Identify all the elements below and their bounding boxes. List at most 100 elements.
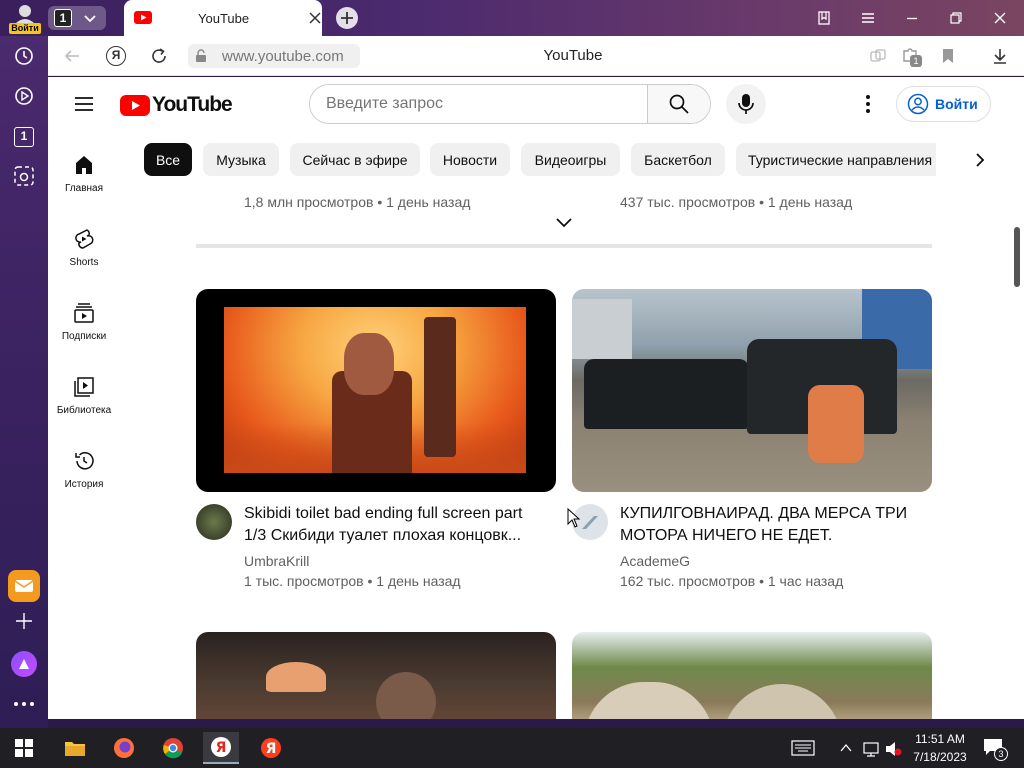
mail-app-icon[interactable]	[8, 570, 40, 602]
nav-shorts-label: Shorts	[69, 257, 99, 268]
clock-time[interactable]: 11:51 AM	[910, 732, 970, 746]
firefox-button[interactable]	[108, 732, 140, 764]
home-icon	[76, 156, 92, 174]
youtube-logo-text: YouTube	[152, 93, 233, 116]
tab-count-sidebar-icon[interactable]: 1	[14, 127, 34, 147]
network-icon[interactable]	[862, 741, 880, 757]
page-scrollbar[interactable]	[1011, 77, 1024, 719]
close-tab-icon[interactable]	[308, 11, 322, 25]
screenshot-camera-icon[interactable]	[13, 165, 35, 187]
chevron-down-icon	[84, 15, 96, 23]
scrollbar-thumb[interactable]	[1014, 227, 1020, 287]
extensions-badge: 1	[910, 55, 922, 67]
chip-music[interactable]: Музыка	[203, 143, 279, 176]
video-meta-1: 1 тыс. просмотров • 1 день назад	[244, 573, 461, 589]
start-button[interactable]	[8, 732, 40, 764]
academeg-logo-icon	[582, 516, 598, 529]
address-bar: Я www.youtube.com YouTube 1	[48, 36, 1024, 76]
volume-muted-icon[interactable]	[884, 741, 902, 757]
bookmarks-collection-icon[interactable]	[816, 10, 832, 26]
nav-home[interactable]: Главная	[48, 153, 120, 194]
new-tab-button[interactable]	[336, 7, 358, 29]
video-thumbnail-2[interactable]	[572, 289, 932, 492]
folder-icon	[65, 742, 85, 756]
file-explorer-button[interactable]	[59, 732, 91, 764]
bookmark-icon[interactable]	[941, 48, 955, 64]
history-icon	[75, 452, 94, 470]
tray-chevron-up-icon[interactable]	[840, 743, 852, 753]
notification-count: 3	[994, 747, 1008, 761]
hamburger-menu-icon[interactable]	[72, 92, 96, 116]
extensions-button[interactable]: 1	[900, 45, 922, 67]
windows-logo-icon	[15, 739, 33, 757]
chip-games[interactable]: Видеоигры	[521, 143, 620, 176]
nav-library-label: Библиотека	[56, 405, 112, 416]
chip-all[interactable]: Все	[144, 143, 192, 176]
close-window-icon[interactable]	[992, 10, 1008, 26]
tab-title: YouTube	[198, 10, 250, 26]
channel-name-1[interactable]: UmbraKrill	[244, 553, 309, 569]
prev-video-meta-2: 437 тыс. просмотров • 1 день назад	[620, 194, 853, 210]
expand-chevron-icon[interactable]	[555, 216, 573, 230]
nav-history[interactable]: История	[48, 449, 120, 490]
url-field[interactable]: www.youtube.com	[188, 44, 360, 68]
alice-assistant-icon[interactable]	[11, 651, 37, 677]
download-icon[interactable]	[991, 47, 1009, 65]
reader-mode-icon[interactable]	[870, 48, 886, 64]
url-text: www.youtube.com	[222, 47, 344, 65]
search-icon	[669, 94, 689, 114]
search-input[interactable]	[310, 85, 647, 123]
chips-next-chevron-icon[interactable]	[970, 150, 990, 170]
video-thumbnail-3[interactable]	[196, 632, 556, 719]
youtube-page: YouTube Войти Все Музыка Сейчас в эфире …	[48, 77, 1011, 719]
history-clock-icon[interactable]	[13, 45, 35, 67]
channel-name-2[interactable]: AcademeG	[620, 553, 690, 569]
svg-text:Я: Я	[266, 741, 277, 757]
channel-avatar-1[interactable]	[196, 504, 232, 540]
yandex-app-button[interactable]: Я	[255, 732, 287, 764]
add-panel-icon[interactable]	[14, 611, 34, 631]
minimize-icon[interactable]	[904, 10, 920, 26]
video-title-1[interactable]: Skibidi toilet bad ending full screen pa…	[244, 503, 544, 547]
yandex-browser-button[interactable]: Я	[203, 732, 239, 764]
nav-subscriptions[interactable]: Подписки	[48, 301, 120, 342]
yandex-y-icon[interactable]: Я	[106, 46, 126, 66]
yandex-app-icon: Я	[261, 738, 281, 758]
browser-tab-bar: Войти 1 YouTube	[0, 0, 1024, 36]
thumbnail-image-1	[224, 307, 526, 473]
chip-travel[interactable]: Туристические направления	[736, 143, 936, 176]
mouse-cursor-icon	[567, 508, 581, 528]
chip-news[interactable]: Новости	[430, 143, 510, 176]
more-dots-icon[interactable]	[13, 700, 35, 708]
keyboard-layout-icon[interactable]	[791, 740, 815, 756]
notifications-button[interactable]: 3	[982, 737, 1010, 761]
section-divider	[196, 244, 932, 248]
video-thumbnail-1[interactable]	[196, 289, 556, 492]
tab-counter-button[interactable]: 1	[48, 6, 106, 30]
more-options-icon[interactable]	[865, 94, 871, 114]
svg-text:Я: Я	[216, 740, 227, 756]
video-title-2[interactable]: КУПИЛГОВНАИРАД. ДВА МЕРСА ТРИ МОТОРА НИЧ…	[620, 503, 920, 547]
chrome-button[interactable]	[157, 732, 189, 764]
tab-count: 1	[54, 9, 72, 27]
menu-icon[interactable]	[860, 10, 876, 26]
restore-icon[interactable]	[948, 10, 964, 26]
nav-shorts[interactable]: Shorts	[48, 227, 120, 268]
clock-date[interactable]: 7/18/2023	[906, 750, 974, 764]
back-arrow-icon[interactable]	[63, 47, 81, 65]
nav-library[interactable]: Библиотека	[48, 375, 120, 416]
youtube-logo[interactable]: YouTube	[120, 93, 233, 117]
search-button[interactable]	[647, 85, 710, 123]
reload-icon[interactable]	[150, 47, 168, 65]
subscriptions-icon	[74, 303, 94, 323]
youtube-logo-icon	[120, 94, 150, 116]
tab-youtube[interactable]: YouTube	[124, 0, 322, 36]
microphone-icon	[738, 94, 754, 114]
play-circle-icon[interactable]	[13, 85, 35, 107]
signin-button[interactable]: Войти	[896, 86, 991, 122]
chip-live[interactable]: Сейчас в эфире	[290, 143, 420, 176]
chip-basketball[interactable]: Баскетбол	[631, 143, 725, 176]
video-thumbnail-4[interactable]	[572, 632, 932, 719]
profile-login-button[interactable]: Войти	[6, 2, 44, 34]
voice-search-button[interactable]	[726, 84, 766, 124]
